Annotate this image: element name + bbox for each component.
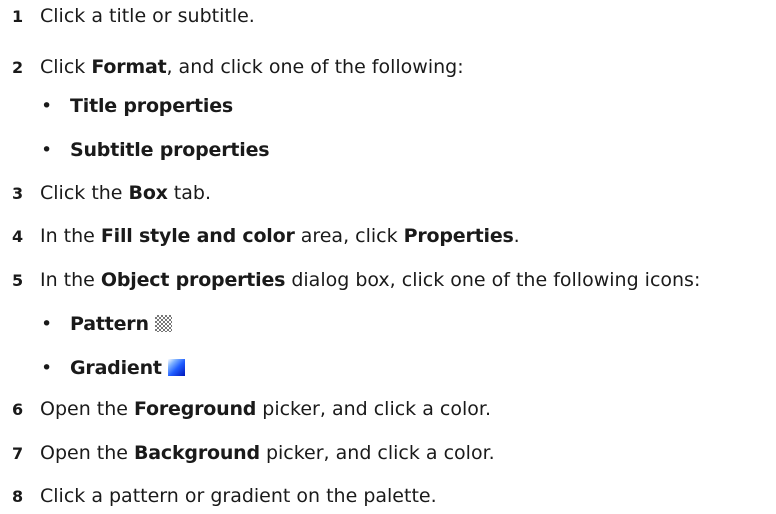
step-1: 1 Click a title or subtitle.	[12, 4, 255, 29]
step-text: Click the	[40, 182, 129, 204]
step-text: Open the	[40, 398, 135, 420]
option-label: Subtitle properties	[70, 139, 270, 161]
step-number: 8	[12, 487, 24, 506]
ui-term-background: Background	[134, 442, 260, 464]
step-number: 2	[12, 58, 24, 77]
bullet: •	[41, 313, 53, 335]
option-gradient: • Gradient	[41, 356, 185, 380]
step-text: In the	[40, 225, 101, 247]
step-2: 2 Click Format, and click one of the foll…	[12, 55, 464, 80]
option-pattern: • Pattern	[41, 312, 172, 336]
step-text: Click	[40, 56, 92, 78]
step-number: 4	[12, 227, 24, 246]
bullet: •	[41, 95, 53, 117]
option-label: Pattern	[70, 313, 149, 335]
step-number: 7	[12, 444, 24, 463]
step-text: .	[513, 225, 520, 247]
ui-term-properties: Properties	[403, 225, 514, 247]
option-title-properties: • Title properties	[41, 94, 233, 118]
step-7: 7 Open the Background picker, and click a…	[12, 441, 495, 466]
ui-term-object-properties: Object properties	[100, 269, 286, 291]
ui-term-foreground: Foreground	[134, 398, 257, 420]
step-5: 5 In the Object properties dialog box, cl…	[12, 268, 700, 293]
step-text: Click a pattern or gradient on the palet…	[40, 485, 437, 507]
step-text: In the	[40, 269, 101, 291]
instruction-list: 1 Click a title or subtitle. 2 Click Forma…	[0, 0, 776, 514]
bullet: •	[41, 139, 53, 161]
option-subtitle-properties: • Subtitle properties	[41, 138, 270, 162]
step-text: Click a title or subtitle.	[40, 5, 255, 27]
gradient-icon	[167, 359, 185, 376]
ui-term-format: Format	[91, 56, 167, 78]
step-text: area, click	[294, 225, 404, 247]
step-text: Open the	[40, 442, 135, 464]
step-number: 5	[12, 271, 24, 290]
step-text: , and click one of the following:	[166, 56, 464, 78]
step-4: 4 In the Fill style and color area, click…	[12, 224, 520, 249]
step-text: tab.	[167, 182, 211, 204]
step-number: 6	[12, 400, 24, 419]
ui-term-fill-style: Fill style and color	[100, 225, 295, 247]
ui-term-box: Box	[128, 182, 168, 204]
step-text: dialog box, click one of the following i…	[285, 269, 701, 291]
step-text: picker, and click a color.	[259, 442, 495, 464]
step-3: 3 Click the Box tab.	[12, 181, 211, 206]
option-label: Title properties	[70, 95, 234, 117]
step-number: 1	[12, 7, 24, 26]
pattern-icon	[154, 315, 172, 332]
option-label: Gradient	[70, 357, 162, 379]
bullet: •	[41, 357, 53, 379]
step-8: 8 Click a pattern or gradient on the pale…	[12, 484, 437, 509]
step-6: 6 Open the Foreground picker, and click a…	[12, 397, 491, 422]
step-text: picker, and click a color.	[256, 398, 491, 420]
step-number: 3	[12, 184, 24, 203]
